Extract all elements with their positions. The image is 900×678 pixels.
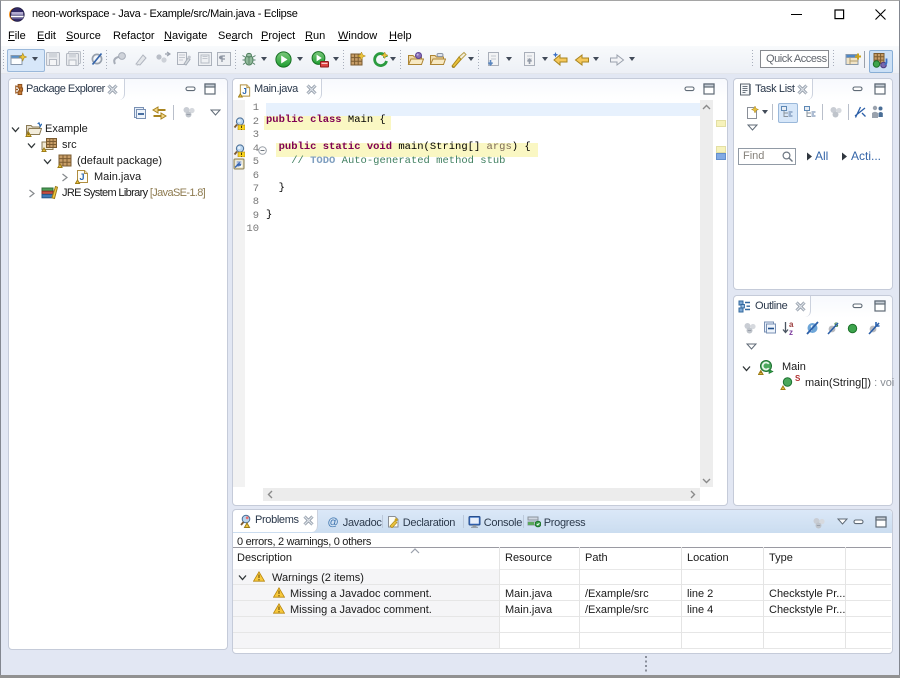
svg-text:J: J bbox=[242, 86, 247, 96]
svg-text:J: J bbox=[80, 172, 85, 182]
svg-text:@: @ bbox=[328, 517, 339, 529]
svg-text:z: z bbox=[789, 328, 793, 336]
